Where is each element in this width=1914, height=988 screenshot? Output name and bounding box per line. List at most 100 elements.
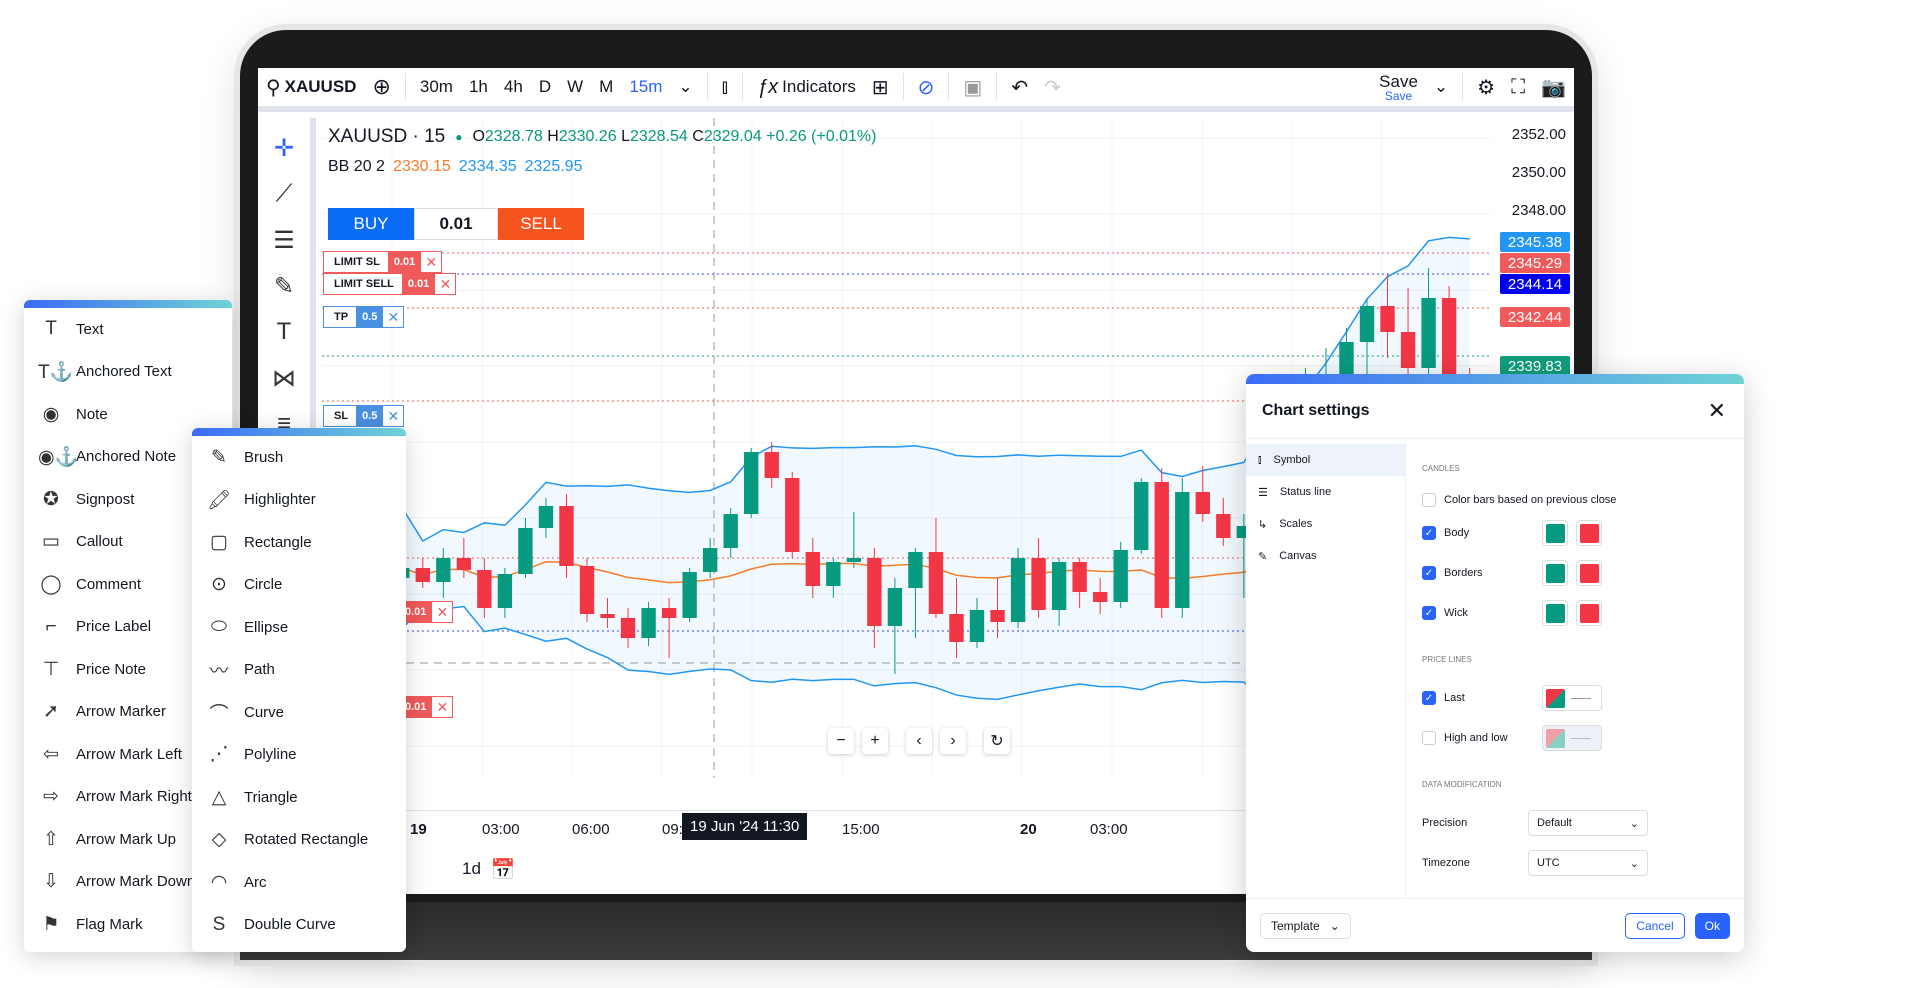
order-position[interactable]: 0.01 ✕: [398, 696, 454, 718]
save-button[interactable]: Save Save: [1371, 73, 1426, 102]
borders-checkbox[interactable]: ✓: [1422, 566, 1436, 580]
tool-brush[interactable]: ✎ Brush: [192, 436, 406, 479]
close-icon[interactable]: ✕: [435, 274, 455, 294]
fib-lines-icon[interactable]: ☰: [273, 222, 295, 258]
pattern-icon[interactable]: ⋈: [272, 360, 296, 396]
tool-label: Curve: [244, 703, 285, 721]
trendline-icon[interactable]: ⟋: [276, 176, 293, 212]
high-low-line-style[interactable]: [1542, 725, 1602, 751]
order-limit-sell[interactable]: LIMIT SELL 0.01 ✕: [323, 273, 457, 295]
tool-curve[interactable]: ⌒ Curve: [192, 691, 406, 734]
tab-status-line[interactable]: ☰ Status line: [1246, 476, 1405, 508]
high-low-row: High and low: [1422, 718, 1744, 758]
borders-up-color[interactable]: [1542, 560, 1568, 586]
body-checkbox[interactable]: ✓: [1422, 526, 1436, 540]
last-checkbox[interactable]: ✓: [1422, 691, 1436, 705]
zoom-out-button[interactable]: −: [828, 728, 854, 754]
tool-double-curve[interactable]: S Double Curve: [192, 904, 406, 947]
high-low-checkbox[interactable]: [1422, 731, 1436, 745]
order-position[interactable]: 0.01 ✕: [398, 601, 454, 623]
gear-icon[interactable]: ⚙: [1469, 75, 1503, 100]
tab-canvas[interactable]: ✎ Canvas: [1246, 540, 1405, 572]
scroll-left-button[interactable]: ‹: [906, 728, 932, 754]
candle-body: [456, 558, 472, 570]
tool-arc[interactable]: ◠ Arc: [192, 861, 406, 904]
interval-1h[interactable]: 1h: [461, 77, 496, 97]
reset-button[interactable]: ↻: [984, 728, 1010, 754]
sell-button[interactable]: SELL: [498, 208, 584, 240]
candle-body: [1072, 562, 1087, 592]
close-icon[interactable]: ✕: [432, 697, 452, 717]
divider: [404, 73, 406, 101]
close-icon[interactable]: ✕: [1708, 398, 1726, 424]
interval-dropdown-chevron-icon[interactable]: ⌄: [670, 77, 700, 97]
undo-icon[interactable]: ↶: [1003, 75, 1036, 100]
interval-30m[interactable]: 30m: [412, 77, 461, 97]
interval-w[interactable]: W: [559, 77, 591, 97]
tab-scales[interactable]: ↳ Scales: [1246, 508, 1405, 540]
tool-path[interactable]: 〰 Path: [192, 649, 406, 692]
last-line-style[interactable]: [1542, 685, 1602, 711]
goto-date-icon[interactable]: 📅: [491, 857, 516, 882]
close-icon[interactable]: ✕: [383, 406, 403, 426]
tool-text[interactable]: T Text: [24, 308, 232, 351]
order-limit-sl[interactable]: LIMIT SL 0.01 ✕: [323, 251, 443, 273]
symbol-search[interactable]: ⚲ XAUUSD: [258, 75, 364, 100]
wick-down-color[interactable]: [1576, 600, 1602, 626]
candle-body: [949, 614, 964, 642]
camera-icon[interactable]: 📷: [1533, 75, 1574, 100]
crosshair-icon[interactable]: ✛: [274, 130, 294, 166]
circle-icon: ⊙: [211, 574, 227, 596]
tab-symbol[interactable]: ⫾ Symbol: [1246, 444, 1405, 476]
brush-icon[interactable]: ✎: [274, 268, 294, 304]
close-icon[interactable]: ✕: [421, 252, 441, 272]
symbol-legend: XAUUSD · 15 ● O2328.78 H2330.26 L2328.54…: [328, 126, 877, 147]
ok-button[interactable]: Ok: [1694, 912, 1730, 939]
body-down-color[interactable]: [1576, 520, 1602, 546]
body-up-color[interactable]: [1542, 520, 1568, 546]
wick-up-color[interactable]: [1542, 600, 1568, 626]
time-tick: 06:00: [572, 821, 610, 838]
close-icon[interactable]: ✕: [383, 307, 403, 327]
tool-circle[interactable]: ⊙ Circle: [192, 564, 406, 607]
add-symbol-button[interactable]: ⊕: [364, 74, 398, 100]
save-dropdown-chevron-icon[interactable]: ⌄: [1426, 77, 1456, 97]
zoom-in-button[interactable]: +: [862, 728, 888, 754]
range-1d[interactable]: 1d: [462, 859, 481, 879]
indicators-button[interactable]: ƒx Indicators: [749, 76, 864, 99]
tool-rectangle[interactable]: ▢ Rectangle: [192, 521, 406, 564]
close-icon[interactable]: ✕: [432, 602, 452, 622]
cancel-button[interactable]: Cancel: [1625, 912, 1685, 939]
precision-select[interactable]: Default ⌄: [1528, 810, 1648, 836]
tool-highlighter[interactable]: 🖍 Highlighter: [192, 479, 406, 522]
anchored-text-icon: T⚓: [38, 361, 74, 383]
tool-ellipse[interactable]: ⬭ Ellipse: [192, 606, 406, 649]
fullscreen-icon[interactable]: ⛶: [1503, 76, 1533, 99]
text-icon[interactable]: T: [277, 314, 292, 350]
borders-down-color[interactable]: [1576, 560, 1602, 586]
order-tp[interactable]: TP 0.5 ✕: [323, 306, 405, 328]
compare-icon[interactable]: ▣: [955, 75, 990, 100]
tool-triangle[interactable]: △ Triangle: [192, 776, 406, 819]
buy-button[interactable]: BUY: [328, 208, 414, 240]
color-prev-checkbox[interactable]: [1422, 493, 1436, 507]
market-status-dot: ●: [455, 130, 463, 144]
interval-active[interactable]: 15m: [621, 77, 670, 97]
quantity-input[interactable]: 0.01: [414, 208, 498, 240]
wick-checkbox[interactable]: ✓: [1422, 606, 1436, 620]
scroll-right-button[interactable]: ›: [940, 728, 966, 754]
interval-m[interactable]: M: [591, 77, 621, 97]
interval-4h[interactable]: 4h: [496, 77, 531, 97]
candles-icon[interactable]: ⫾: [714, 76, 736, 99]
order-sl[interactable]: SL 0.5 ✕: [323, 405, 405, 427]
tool-label: Note: [76, 405, 108, 423]
layout-grid-icon[interactable]: ⊞: [864, 75, 897, 100]
template-dropdown[interactable]: Template ⌄: [1260, 912, 1351, 939]
tool-polyline[interactable]: ⋰ Polyline: [192, 734, 406, 777]
hide-eye-icon[interactable]: ⊘: [910, 75, 943, 100]
redo-icon[interactable]: ↷: [1036, 75, 1069, 100]
tool-anchored-text[interactable]: T⚓ Anchored Text: [24, 351, 232, 394]
timezone-select[interactable]: UTC ⌄: [1528, 850, 1648, 876]
tool-rotated-rectangle[interactable]: ◇ Rotated Rectangle: [192, 819, 406, 862]
interval-d[interactable]: D: [531, 77, 559, 97]
